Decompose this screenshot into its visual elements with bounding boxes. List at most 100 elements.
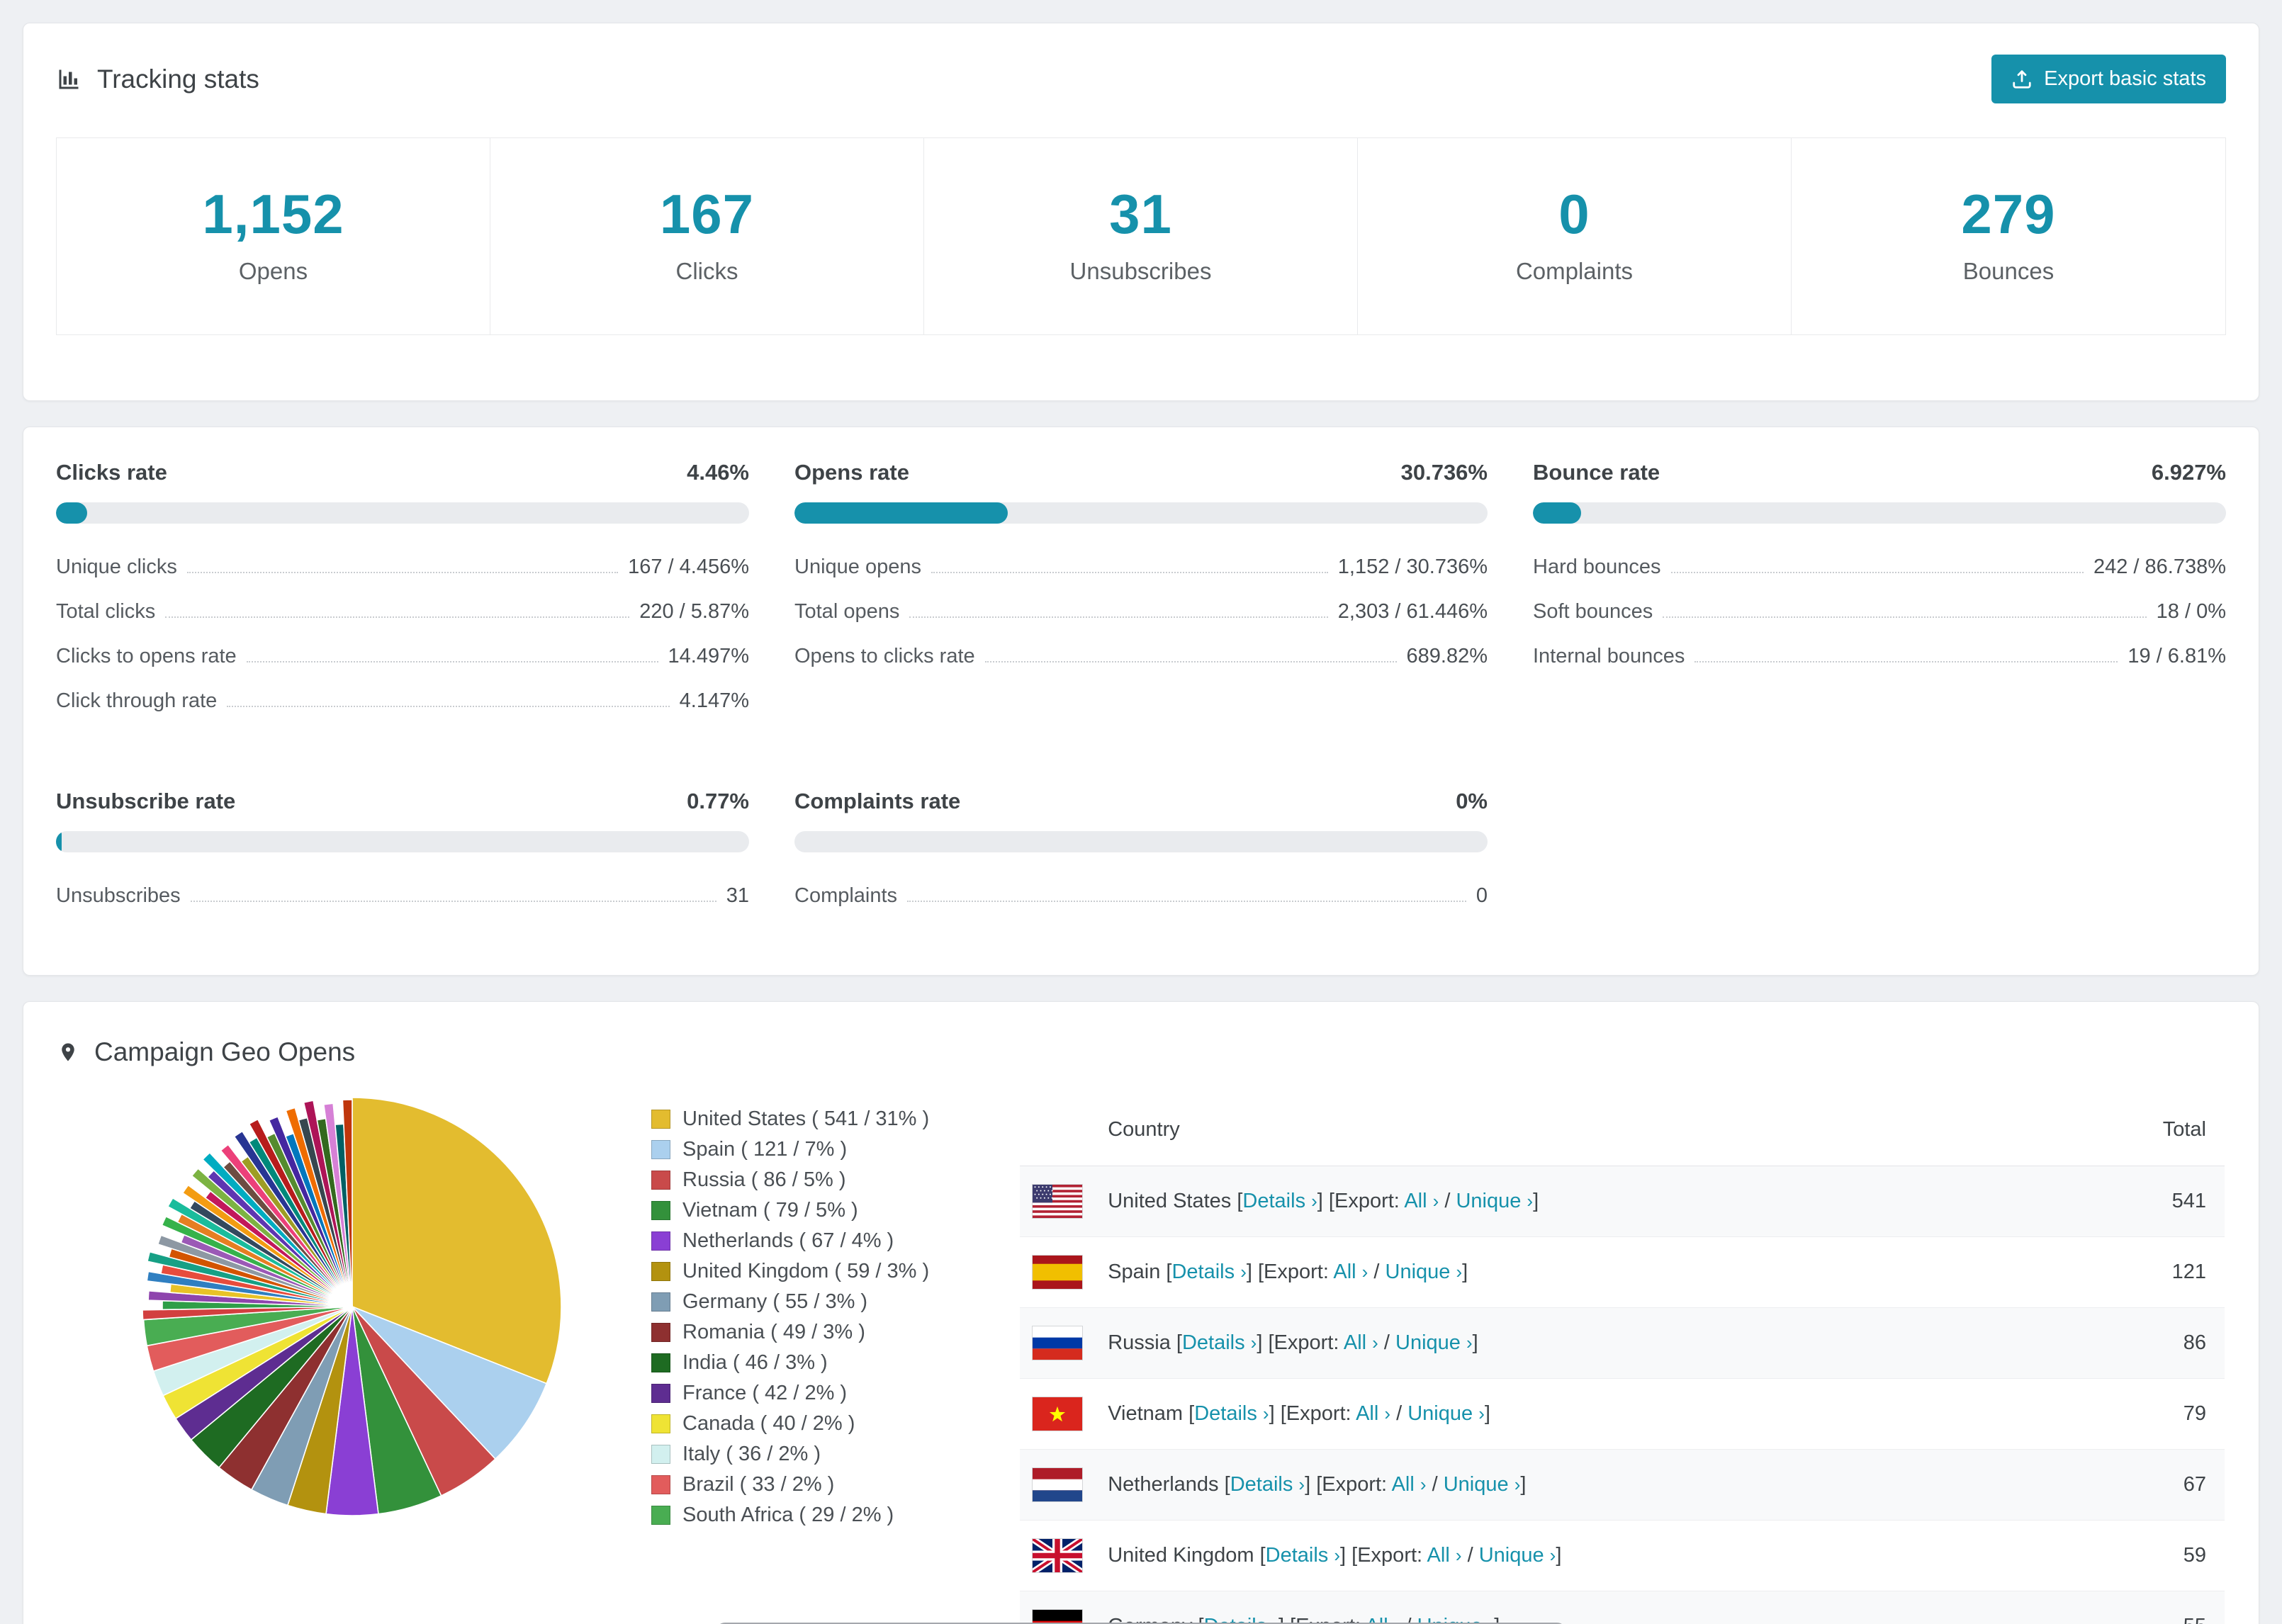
legend-label: Italy ( 36 / 2% ) <box>682 1443 821 1465</box>
rate-title: Opens rate <box>794 460 909 485</box>
legend-item-italy: Italy ( 36 / 2% ) <box>651 1439 929 1470</box>
ru-flag-icon <box>1032 1326 1108 1360</box>
rate-row-value: 14.497% <box>668 645 750 667</box>
export-unique-link[interactable]: Unique › <box>1444 1473 1521 1496</box>
chevron-right-icon: › <box>1432 1190 1439 1212</box>
rate-row-label: Click through rate <box>56 689 218 712</box>
rate-row: Click through rate 4.147% <box>56 679 749 723</box>
progress-fill <box>1533 502 1581 524</box>
es-flag-icon <box>1032 1255 1108 1290</box>
unsubscribes-label: Unsubscribes <box>1069 258 1212 284</box>
details-link[interactable]: Details › <box>1171 1261 1246 1283</box>
flag-cell <box>1032 1397 1108 1431</box>
total-header: Total <box>2162 1118 2206 1141</box>
chevron-right-icon: › <box>1384 1403 1391 1424</box>
export-unique-link[interactable]: Unique › <box>1395 1331 1473 1354</box>
rate-percentage: 30.736% <box>1400 460 1488 485</box>
total-cell: 121 <box>2171 1261 2206 1283</box>
details-link[interactable]: Details › <box>1194 1402 1269 1425</box>
rate-row-value: 2,303 / 61.446% <box>1337 600 1488 623</box>
stat-box-complaints: 0 Complaints <box>1358 138 1792 334</box>
details-link[interactable]: Details › <box>1182 1331 1257 1354</box>
tracking-stats-title-row: Tracking stats <box>56 64 259 94</box>
rate-row-label: Unique clicks <box>56 556 177 578</box>
dotted-leader <box>1663 616 2147 618</box>
chevron-right-icon: › <box>1334 1545 1341 1566</box>
rate-row-value: 19 / 6.81% <box>2128 645 2226 667</box>
export-unique-link[interactable]: Unique › <box>1407 1402 1485 1425</box>
export-all-link[interactable]: All › <box>1333 1261 1368 1283</box>
rate-row-value: 242 / 86.738% <box>2093 556 2226 578</box>
geo-opens-card: Campaign Geo Opens United States ( 541 /… <box>23 1001 2259 1624</box>
rate-title: Complaints rate <box>794 789 961 813</box>
legend-item-netherlands: Netherlands ( 67 / 4% ) <box>651 1226 929 1256</box>
legend-swatch <box>651 1445 670 1464</box>
export-unique-link[interactable]: Unique › <box>1456 1190 1533 1212</box>
export-all-link[interactable]: All › <box>1356 1402 1390 1425</box>
details-link[interactable]: Details › <box>1266 1544 1340 1567</box>
chevron-right-icon: › <box>1240 1261 1247 1282</box>
legend-swatch <box>651 1140 670 1159</box>
legend-label: Spain ( 121 / 7% ) <box>682 1138 848 1161</box>
rate-row: Opens to clicks rate 689.82% <box>794 634 1488 679</box>
dotted-leader <box>909 616 1328 618</box>
export-basic-stats-button[interactable]: Export basic stats <box>1991 55 2226 103</box>
rate-row: Hard bounces 242 / 86.738% <box>1533 545 2226 590</box>
geo-legend: United States ( 541 / 31% ) Spain ( 121 … <box>651 1094 929 1530</box>
rate-row-label: Opens to clicks rate <box>794 645 975 667</box>
dotted-leader <box>1670 572 2084 573</box>
progress-fill <box>56 502 87 524</box>
page-title: Tracking stats <box>97 64 259 94</box>
export-all-link[interactable]: All › <box>1344 1331 1378 1354</box>
geo-table-row-vietnam: Vietnam [Details ›] [Export: All › / Uni… <box>1020 1379 2225 1450</box>
location-pin-icon <box>57 1039 79 1066</box>
clicks-label: Clicks <box>675 258 738 284</box>
total-cell: 55 <box>2050 1615 2206 1624</box>
rate-row-label: Hard bounces <box>1533 556 1661 578</box>
rate-row-value: 167 / 4.456% <box>628 556 749 578</box>
legend-item-romania: Romania ( 49 / 3% ) <box>651 1317 929 1348</box>
flag-cell <box>1032 1467 1108 1502</box>
total-cell: 67 <box>2183 1473 2206 1496</box>
rate-row: Unsubscribes 31 <box>56 874 749 918</box>
legend-swatch <box>651 1384 670 1403</box>
unsubscribes-count: 31 <box>1109 183 1172 245</box>
geo-table-row-united-kingdom: United Kingdom [Details ›] [Export: All … <box>1020 1521 2225 1591</box>
export-unique-link[interactable]: Unique › <box>1479 1544 1556 1567</box>
dotted-leader <box>186 572 619 573</box>
country-cell: Vietnam [Details ›] [Export: All › / Uni… <box>1108 1402 1490 1425</box>
export-all-link[interactable]: All › <box>1392 1473 1427 1496</box>
geo-content: United States ( 541 / 31% ) Spain ( 121 … <box>57 1094 2225 1624</box>
summary-stats-row: 1,152 Opens 167 Clicks 31 Unsubscribes 0… <box>56 137 2226 335</box>
legend-label: United States ( 541 / 31% ) <box>682 1107 930 1130</box>
chevron-right-icon: › <box>1527 1190 1534 1212</box>
export-all-link[interactable]: All › <box>1404 1190 1439 1212</box>
details-link[interactable]: Details › <box>1230 1473 1305 1496</box>
legend-label: Vietnam ( 79 / 5% ) <box>682 1199 858 1222</box>
rate-rows: Complaints 0 <box>794 874 1488 918</box>
rate-row-label: Unique opens <box>794 556 921 578</box>
rate-row-label: Internal bounces <box>1533 645 1685 667</box>
legend-label: South Africa ( 29 / 2% ) <box>682 1504 894 1526</box>
flag-cell <box>1032 1609 1108 1624</box>
rate-row: Unique clicks 167 / 4.456% <box>56 545 749 590</box>
rate-row-label: Total clicks <box>56 600 156 623</box>
legend-item-canada: Canada ( 40 / 2% ) <box>651 1409 929 1439</box>
rate-row-value: 220 / 5.87% <box>639 600 749 623</box>
export-unique-link[interactable]: Unique › <box>1386 1261 1463 1283</box>
geo-table-row-netherlands: Netherlands [Details ›] [Export: All › /… <box>1020 1450 2225 1521</box>
rate-row: Total clicks 220 / 5.87% <box>56 590 749 634</box>
chevron-right-icon: › <box>1455 1545 1462 1566</box>
dotted-leader <box>165 616 630 618</box>
geo-header: Campaign Geo Opens <box>57 1037 2225 1067</box>
details-link[interactable]: Details › <box>1242 1190 1317 1212</box>
rate-percentage: 4.46% <box>687 460 749 485</box>
legend-swatch <box>651 1231 670 1251</box>
export-all-link[interactable]: All › <box>1427 1544 1462 1567</box>
rate-row: Clicks to opens rate 14.497% <box>56 634 749 679</box>
geo-table-rows: United States [Details ›] [Export: All ›… <box>1020 1166 2225 1624</box>
dotted-leader <box>1694 661 2118 662</box>
legend-swatch <box>651 1414 670 1433</box>
country-name: Vietnam <box>1108 1402 1184 1425</box>
rates-card: Clicks rate 4.46% Unique clicks 167 / 4.… <box>23 427 2259 976</box>
